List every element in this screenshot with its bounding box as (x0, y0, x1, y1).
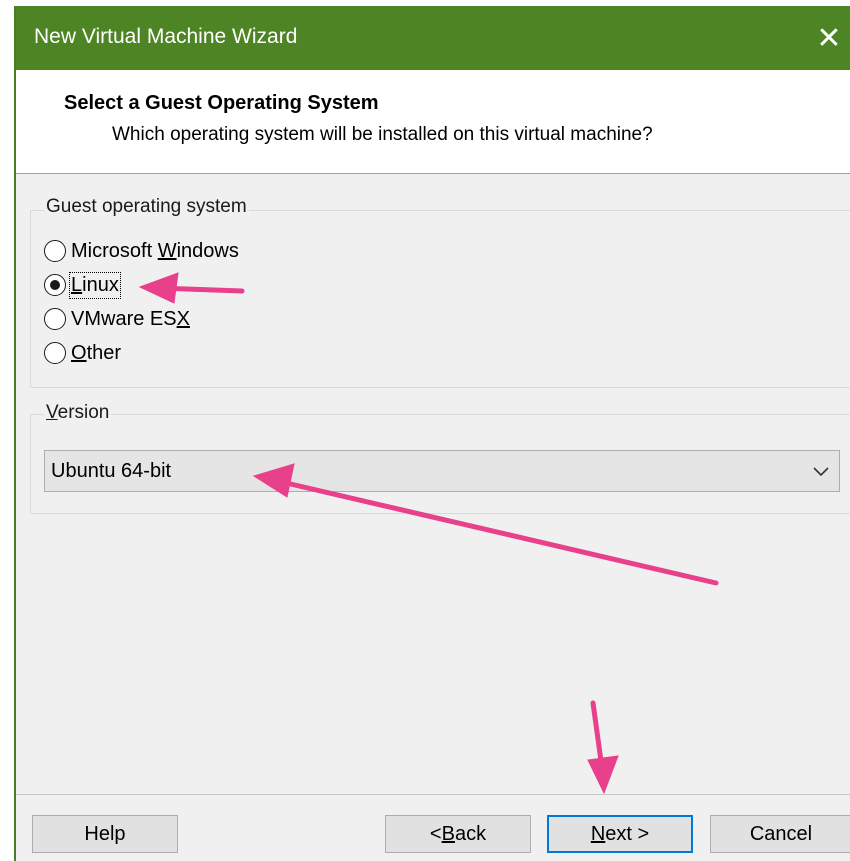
help-button[interactable]: Help (32, 815, 178, 853)
radio-icon[interactable] (44, 342, 66, 364)
wizard-header: Select a Guest Operating System Which op… (16, 70, 850, 174)
wizard-footer: Help < Back Next > Cancel (16, 794, 850, 861)
page-subtitle: Which operating system will be installed… (112, 124, 653, 145)
radio-label-microsoft-windows: Microsoft Windows (71, 239, 239, 262)
radio-icon[interactable] (44, 240, 66, 262)
radio-icon[interactable] (44, 274, 66, 296)
version-label: Version (44, 402, 112, 424)
radio-icon[interactable] (44, 308, 66, 330)
version-dropdown[interactable]: Ubuntu 64-bit (44, 450, 840, 492)
page-title: Select a Guest Operating System (64, 92, 379, 114)
version-selected-value: Ubuntu 64-bit (51, 459, 172, 482)
radio-label-linux: Linux (69, 271, 121, 299)
radio-vmware-esx[interactable]: VMware ESX (44, 304, 190, 334)
wizard-content: Guest operating system Microsoft Windows… (16, 174, 850, 794)
close-icon[interactable]: ✕ (806, 6, 850, 70)
radio-linux[interactable]: Linux (44, 270, 121, 300)
radio-label-other: Other (71, 341, 122, 364)
guest-os-group-label: Guest operating system (44, 196, 249, 218)
back-button[interactable]: < Back (385, 815, 531, 853)
wizard-window: New Virtual Machine Wizard ✕ Select a Gu… (14, 6, 850, 861)
window-title: New Virtual Machine Wizard (34, 25, 298, 48)
radio-label-vmware-esx: VMware ESX (71, 307, 190, 330)
cancel-button[interactable]: Cancel (710, 815, 850, 853)
chevron-down-icon[interactable] (811, 459, 831, 483)
radio-other[interactable]: Other (44, 338, 121, 368)
next-button[interactable]: Next > (547, 815, 693, 853)
radio-microsoft-windows[interactable]: Microsoft Windows (44, 236, 239, 266)
title-bar: New Virtual Machine Wizard ✕ (16, 6, 850, 70)
